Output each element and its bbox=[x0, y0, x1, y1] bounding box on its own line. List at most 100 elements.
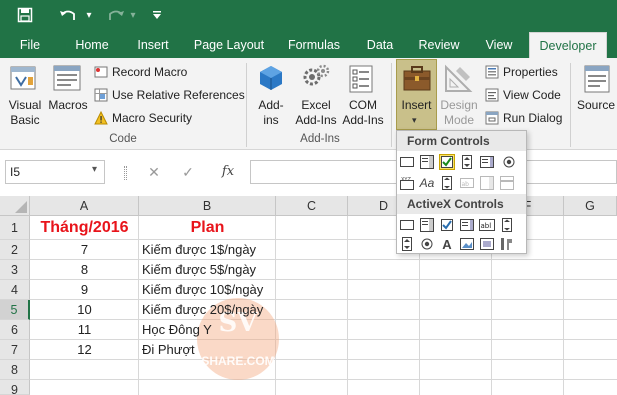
button-control-icon[interactable] bbox=[399, 154, 415, 170]
add-ins-group-label: Add-Ins bbox=[300, 133, 340, 145]
customize-qat-icon[interactable] bbox=[150, 4, 164, 26]
macros-icon[interactable] bbox=[51, 63, 83, 95]
run-dialog-button[interactable]: Run Dialog bbox=[484, 108, 562, 128]
row-header-active[interactable]: 5 bbox=[0, 300, 30, 320]
activex-button-icon[interactable] bbox=[399, 217, 415, 233]
label-control-icon[interactable]: Aa bbox=[419, 175, 435, 191]
visual-basic-icon[interactable] bbox=[8, 63, 40, 95]
activex-label-icon[interactable]: A bbox=[439, 236, 455, 252]
scroll-bar-control-icon[interactable] bbox=[439, 175, 455, 191]
option-button-control-icon[interactable] bbox=[501, 154, 517, 170]
relative-references-icon bbox=[93, 87, 109, 103]
tab-view[interactable]: View bbox=[476, 32, 522, 58]
tab-home[interactable]: Home bbox=[66, 32, 118, 58]
list-box-control-icon[interactable] bbox=[479, 154, 495, 170]
cell-a7[interactable]: 12 bbox=[30, 340, 139, 360]
row-header[interactable]: 2 bbox=[0, 240, 30, 260]
tab-page-layout[interactable]: Page Layout bbox=[188, 32, 270, 58]
design-mode-icon[interactable] bbox=[442, 63, 474, 95]
cell-b1[interactable]: Plan bbox=[139, 218, 276, 238]
cell-b7[interactable]: Đi Phượt bbox=[142, 340, 195, 360]
add-ins-label[interactable]: Add- ins bbox=[252, 98, 290, 128]
combo-drop-down-edit-control-icon[interactable] bbox=[499, 175, 515, 191]
toolbox-icon[interactable] bbox=[401, 62, 433, 94]
view-code-icon bbox=[484, 87, 500, 103]
use-relative-references-button[interactable]: Use Relative References bbox=[93, 85, 245, 105]
cell-a3[interactable]: 8 bbox=[30, 260, 139, 280]
activex-image-icon[interactable] bbox=[459, 236, 475, 252]
cell-b5[interactable]: Kiếm được 20$/ngày bbox=[142, 300, 263, 320]
tab-review[interactable]: Review bbox=[410, 32, 468, 58]
redo-dropdown-icon[interactable]: ▾ bbox=[128, 4, 138, 26]
xml-source-label[interactable]: Source bbox=[575, 98, 617, 113]
tab-developer[interactable]: Developer bbox=[529, 32, 607, 58]
insert-function-icon[interactable]: fx bbox=[216, 162, 240, 182]
row-header[interactable]: 1 bbox=[0, 216, 30, 240]
cell-b4[interactable]: Kiếm được 10$/ngày bbox=[142, 280, 263, 300]
macro-security-label: Macro Security bbox=[112, 111, 193, 125]
combo-list-edit-control-icon[interactable] bbox=[479, 175, 495, 191]
properties-button[interactable]: Properties bbox=[484, 62, 558, 82]
row-header[interactable]: 9 bbox=[0, 380, 30, 395]
excel-add-ins-icon[interactable] bbox=[300, 63, 332, 95]
visual-basic-label[interactable]: Visual Basic bbox=[4, 98, 46, 128]
cell-b6[interactable]: Học Đông Y bbox=[142, 320, 212, 340]
cell-a5[interactable]: 10 bbox=[30, 300, 139, 320]
text-field-control-icon[interactable]: ab bbox=[459, 175, 475, 191]
row-header[interactable]: 3 bbox=[0, 260, 30, 280]
macro-security-button[interactable]: Macro Security bbox=[93, 108, 192, 128]
xml-source-icon[interactable] bbox=[582, 63, 612, 95]
view-code-button[interactable]: View Code bbox=[484, 85, 561, 105]
row-header[interactable]: 8 bbox=[0, 360, 30, 380]
formula-bar-grip[interactable] bbox=[124, 166, 127, 180]
undo-dropdown-icon[interactable]: ▾ bbox=[84, 4, 94, 26]
column-header[interactable]: G bbox=[564, 196, 617, 216]
activex-text-box-icon[interactable]: abl bbox=[479, 217, 495, 233]
activex-scroll-bar-icon[interactable] bbox=[499, 217, 515, 233]
activex-option-button-icon[interactable] bbox=[419, 236, 435, 252]
cell-b3[interactable]: Kiếm được 5$/ngày bbox=[142, 260, 256, 280]
activex-list-box-icon[interactable] bbox=[459, 217, 475, 233]
check-box-control-icon[interactable] bbox=[439, 154, 455, 170]
more-controls-icon[interactable] bbox=[499, 236, 515, 252]
tab-formulas[interactable]: Formulas bbox=[280, 32, 348, 58]
insert-label[interactable]: Insert bbox=[397, 98, 436, 113]
tab-data[interactable]: Data bbox=[358, 32, 402, 58]
add-ins-icon[interactable] bbox=[256, 63, 286, 95]
row-header[interactable]: 7 bbox=[0, 340, 30, 360]
com-add-ins-label[interactable]: COM Add-Ins bbox=[338, 98, 388, 128]
row-header[interactable]: 4 bbox=[0, 280, 30, 300]
group-box-control-icon[interactable]: XYZ bbox=[399, 175, 415, 191]
name-box[interactable]: I5 bbox=[5, 160, 105, 184]
undo-icon[interactable] bbox=[56, 4, 80, 26]
cell-a2[interactable]: 7 bbox=[30, 240, 139, 260]
enter-icon[interactable]: ✓ bbox=[178, 162, 198, 182]
cell-a4[interactable]: 9 bbox=[30, 280, 139, 300]
redo-icon[interactable] bbox=[104, 4, 128, 26]
cell-b2[interactable]: Kiếm được 1$/ngày bbox=[142, 240, 256, 260]
combo-box-control-icon[interactable] bbox=[419, 154, 435, 170]
design-mode-label[interactable]: Design Mode bbox=[437, 98, 481, 128]
tab-insert[interactable]: Insert bbox=[128, 32, 178, 58]
excel-add-ins-label[interactable]: Excel Add-Ins bbox=[290, 98, 342, 128]
row-header[interactable]: 6 bbox=[0, 320, 30, 340]
spin-button-control-icon[interactable] bbox=[459, 154, 475, 170]
column-header[interactable]: C bbox=[276, 196, 348, 216]
com-add-ins-icon[interactable] bbox=[346, 63, 378, 95]
activex-toggle-button-icon[interactable] bbox=[479, 236, 495, 252]
insert-dropdown-icon[interactable]: ▾ bbox=[412, 115, 417, 126]
column-header[interactable]: A bbox=[30, 196, 139, 216]
tab-file[interactable]: File bbox=[8, 32, 52, 58]
activex-combo-box-icon[interactable] bbox=[419, 217, 435, 233]
select-all-corner[interactable] bbox=[0, 196, 30, 216]
cancel-icon[interactable]: ✕ bbox=[144, 162, 164, 182]
column-header[interactable]: B bbox=[139, 196, 276, 216]
cell-a6[interactable]: 11 bbox=[30, 320, 139, 340]
cell-a1[interactable]: Tháng/2016 bbox=[30, 218, 139, 238]
activex-check-box-icon[interactable] bbox=[439, 217, 455, 233]
activex-spin-button-icon[interactable] bbox=[399, 236, 415, 252]
macros-label[interactable]: Macros bbox=[46, 98, 90, 113]
record-macro-button[interactable]: Record Macro bbox=[93, 62, 187, 82]
save-icon[interactable] bbox=[14, 4, 36, 26]
name-box-dropdown-icon[interactable]: ▾ bbox=[92, 164, 97, 175]
